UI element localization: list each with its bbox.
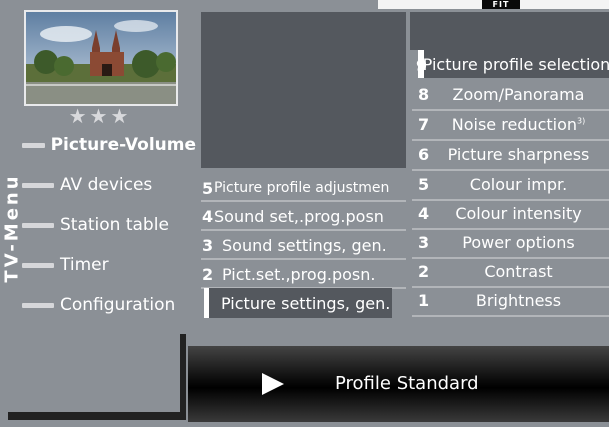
item-label: Pict.set.,prog.posn. [222, 264, 376, 284]
item-label: Brightness [475, 291, 562, 310]
left-menu-item-timer[interactable]: Timer [22, 248, 109, 282]
left-menu-label: AV devices [60, 175, 153, 195]
left-menu-item-configuration[interactable]: Configuration [22, 288, 175, 322]
right-panel-header [410, 12, 609, 50]
right-menu-item-7[interactable]: 7 Noise reduction3) [412, 110, 609, 139]
item-label: Power options [462, 233, 575, 252]
item-number: 4 [418, 204, 430, 223]
right-menu-item-1[interactable]: 1 Brightness [412, 286, 609, 315]
item-label: Picture settings, gen. [221, 293, 391, 313]
item-label: Picture sharpness [447, 145, 590, 164]
center-menu-item-2[interactable]: 2 Pict.set.,prog.posn. [201, 259, 406, 289]
center-menu-item-3[interactable]: 3 Sound settings, gen. [201, 230, 406, 260]
item-label: Sound set,.prog.posn [214, 206, 384, 226]
left-menu-label: Station table [60, 215, 169, 235]
left-menu-label: Timer [60, 255, 109, 275]
item-label: Picture profile selection [422, 54, 609, 74]
city-gate-image [26, 12, 176, 104]
left-menu-item-station-table[interactable]: Station table [22, 208, 169, 242]
item-number: 7 [418, 115, 430, 134]
item-number: 1 [418, 291, 430, 310]
menu-vertical-title-text: TV-Menu [1, 173, 23, 283]
menu-vertical-title: TV-Menu [0, 148, 24, 308]
preview-thumbnail [24, 10, 178, 106]
bullet-bar-icon [22, 302, 54, 308]
right-menu-item-4[interactable]: 4 Colour intensity [412, 199, 609, 228]
right-menu-item-5[interactable]: 5 Colour impr. [412, 170, 609, 199]
item-label: Sound settings, gen. [222, 235, 387, 255]
item-number: 3 [418, 233, 430, 252]
left-menu-label: Configuration [60, 295, 176, 315]
right-menu-item-9-selected[interactable]: Picture profile selection [422, 50, 609, 78]
item-label-wrap: Noise reduction3) [442, 115, 609, 134]
item-number: 6 [418, 145, 430, 164]
info-box [8, 328, 180, 412]
item-number: 5 [418, 175, 430, 194]
center-menu-item-1-selected[interactable]: Picture settings, gen. [204, 288, 392, 318]
center-panel-header [201, 12, 406, 168]
right-menu-item-2[interactable]: 2 Contrast [412, 257, 609, 286]
play-icon [262, 373, 284, 395]
left-menu-item-av-devices[interactable]: AV devices [22, 168, 152, 202]
profile-status-label: Profile Standard [335, 373, 479, 394]
left-menu-item-picture-volume[interactable]: Picture-Volume [22, 128, 196, 162]
item-label: Contrast [484, 262, 553, 281]
left-menu-label: Picture-Volume [50, 135, 196, 155]
right-menu-item-3[interactable]: 3 Power options [412, 228, 609, 257]
item-number: 3 [202, 235, 214, 255]
item-label: Colour intensity [455, 204, 582, 223]
bullet-bar-icon [22, 222, 54, 228]
item-number: 2 [202, 264, 214, 284]
item-label: Picture profile adjustmen [214, 180, 390, 196]
item-number: 4 [202, 206, 214, 226]
center-menu-item-4[interactable]: 4 Sound set,.prog.posn [201, 201, 406, 231]
divider [412, 315, 609, 317]
brand-logo: FIT [482, 0, 520, 9]
item-label: Colour impr. [469, 175, 568, 194]
item-label: Zoom/Panorama [452, 85, 585, 104]
item-number: 9 [416, 56, 428, 75]
right-menu-item-8[interactable]: 8 Zoom/Panorama [412, 80, 609, 109]
bullet-bar-icon [22, 262, 54, 268]
item-label: Noise reduction [451, 115, 578, 134]
bullet-bar-icon [22, 142, 45, 148]
bullet-bar-icon [22, 182, 54, 188]
footnote-marker: 3) [577, 116, 586, 126]
center-menu-item-5[interactable]: 5 Picture profile adjustmen [201, 173, 406, 203]
item-number: 5 [202, 178, 214, 198]
right-menu-item-6[interactable]: 6 Picture sharpness [412, 140, 609, 169]
item-number: 2 [418, 262, 430, 281]
rating-stars: ★★★ [68, 104, 132, 128]
item-number: 8 [418, 85, 430, 104]
